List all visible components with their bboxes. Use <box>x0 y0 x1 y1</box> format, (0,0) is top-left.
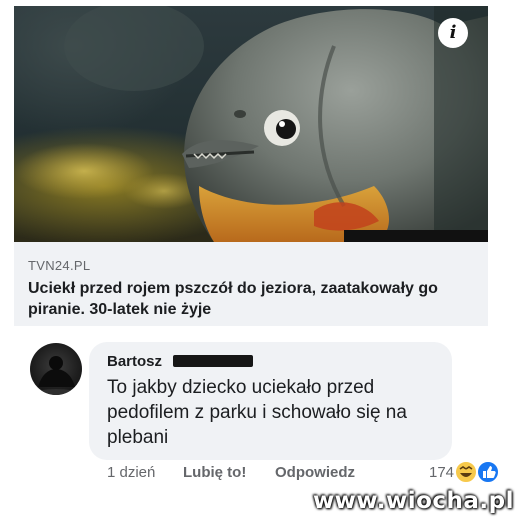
reply-button[interactable]: Odpowiedz <box>275 464 355 481</box>
avatar-photo <box>36 356 76 395</box>
article-image[interactable]: i <box>14 6 488 242</box>
reactions[interactable] <box>454 459 502 485</box>
comment-author[interactable]: Bartosz <box>107 353 162 370</box>
piranha-photo <box>14 6 488 242</box>
avatar[interactable] <box>30 343 82 395</box>
link-preview-card[interactable]: i TVN24.PL Uciekł przed rojem pszczół do… <box>14 6 488 326</box>
article-headline[interactable]: Uciekł przed rojem pszczół do jeziora, z… <box>28 278 478 320</box>
link-source: TVN24.PL <box>28 258 91 273</box>
reaction-count[interactable]: 174 <box>429 464 454 481</box>
haha-emoji-icon <box>454 460 478 484</box>
like-button[interactable]: Lubię to! <box>183 464 246 481</box>
comment-time[interactable]: 1 dzień <box>107 464 155 481</box>
like-thumb-icon <box>476 460 500 484</box>
info-icon[interactable]: i <box>438 18 468 48</box>
link-preview-text[interactable]: TVN24.PL Uciekł przed rojem pszczół do j… <box>14 244 488 326</box>
redacted-surname <box>173 355 253 367</box>
watermark: www.wiocha.pl <box>312 488 514 514</box>
comment-bubble: Bartosz To jakby dziecko uciekało przed … <box>89 342 452 460</box>
comment-text: To jakby dziecko uciekało przed pedofile… <box>107 377 407 448</box>
